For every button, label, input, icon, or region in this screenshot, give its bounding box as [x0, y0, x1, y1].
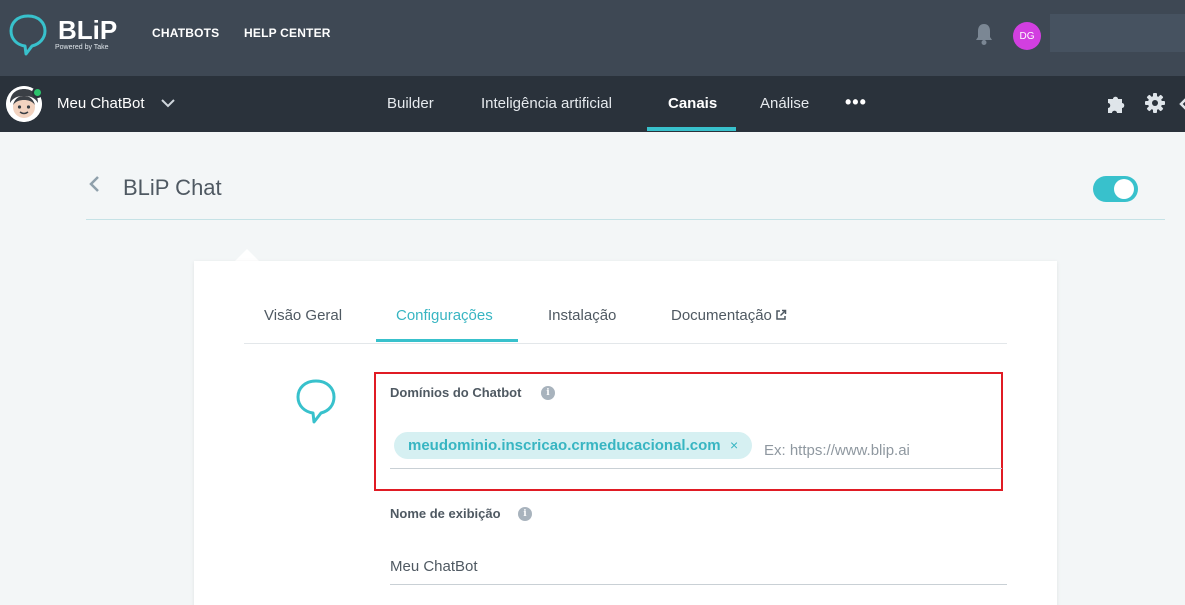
domain-tag[interactable]: meudominio.inscricao.crmeducacional.com … — [394, 432, 752, 459]
domains-label: Domínios do Chatbot — [390, 385, 522, 400]
tab-documentacao[interactable]: Documentação — [671, 307, 787, 324]
info-icon[interactable]: i — [541, 386, 555, 400]
back-chevron-icon[interactable] — [88, 175, 102, 193]
remove-tag-icon[interactable]: × — [730, 437, 738, 453]
display-name-underline — [390, 584, 1007, 585]
brand-tagline: Powered by Take — [55, 44, 109, 51]
tab-analise[interactable]: Análise — [760, 95, 809, 112]
active-tab-indicator — [647, 127, 736, 131]
puzzle-icon[interactable] — [1105, 93, 1127, 115]
page-title: BLiP Chat — [123, 175, 222, 200]
header-divider — [86, 219, 1165, 220]
tab-builder[interactable]: Builder — [387, 95, 434, 112]
channel-enabled-toggle[interactable] — [1093, 176, 1138, 202]
info-icon[interactable]: i — [518, 507, 532, 521]
card-tabs-divider — [244, 343, 1007, 344]
online-status-dot — [32, 87, 43, 98]
more-menu-button[interactable]: ••• — [845, 92, 867, 113]
tab-instalacao[interactable]: Instalação — [548, 307, 616, 324]
gear-icon[interactable] — [1144, 92, 1166, 114]
bell-icon[interactable] — [973, 22, 995, 46]
topnav-help-center[interactable]: HELP CENTER — [244, 26, 331, 40]
tab-documentacao-label: Documentação — [671, 307, 772, 324]
user-avatar[interactable]: DG — [1013, 22, 1041, 50]
display-name-input[interactable]: Meu ChatBot — [390, 558, 478, 575]
tab-configuracoes[interactable]: Configurações — [396, 307, 493, 324]
chevron-down-icon[interactable] — [160, 96, 176, 110]
chat-bubble-logo-icon — [9, 14, 47, 56]
domains-input-underline — [390, 468, 1002, 469]
chevron-left-icon[interactable] — [1178, 96, 1185, 112]
tab-inteligencia-artificial[interactable]: Inteligência artificial — [481, 95, 612, 112]
user-menu-area[interactable] — [1050, 14, 1185, 52]
display-name-label: Nome de exibição — [390, 506, 501, 521]
domains-input[interactable]: Ex: https://www.blip.ai — [764, 442, 910, 459]
tab-visao-geral[interactable]: Visão Geral — [264, 307, 342, 324]
top-navigation-bar: BLiP Powered by Take CHATBOTS HELP CENTE… — [0, 0, 1185, 76]
active-card-tab-indicator — [376, 339, 518, 342]
domain-tag-text: meudominio.inscricao.crmeducacional.com — [408, 437, 721, 454]
topnav-chatbots[interactable]: CHATBOTS — [152, 26, 219, 40]
tab-canais[interactable]: Canais — [668, 95, 717, 112]
bot-navigation-bar: Meu ChatBot Builder Inteligência artific… — [0, 76, 1185, 132]
blip-logo[interactable]: BLiP Powered by Take — [8, 13, 118, 57]
external-link-icon — [776, 309, 787, 320]
toggle-knob — [1114, 179, 1134, 199]
bot-name[interactable]: Meu ChatBot — [57, 95, 145, 112]
chat-bubble-icon — [296, 379, 336, 424]
brand-name: BLiP — [58, 15, 118, 45]
